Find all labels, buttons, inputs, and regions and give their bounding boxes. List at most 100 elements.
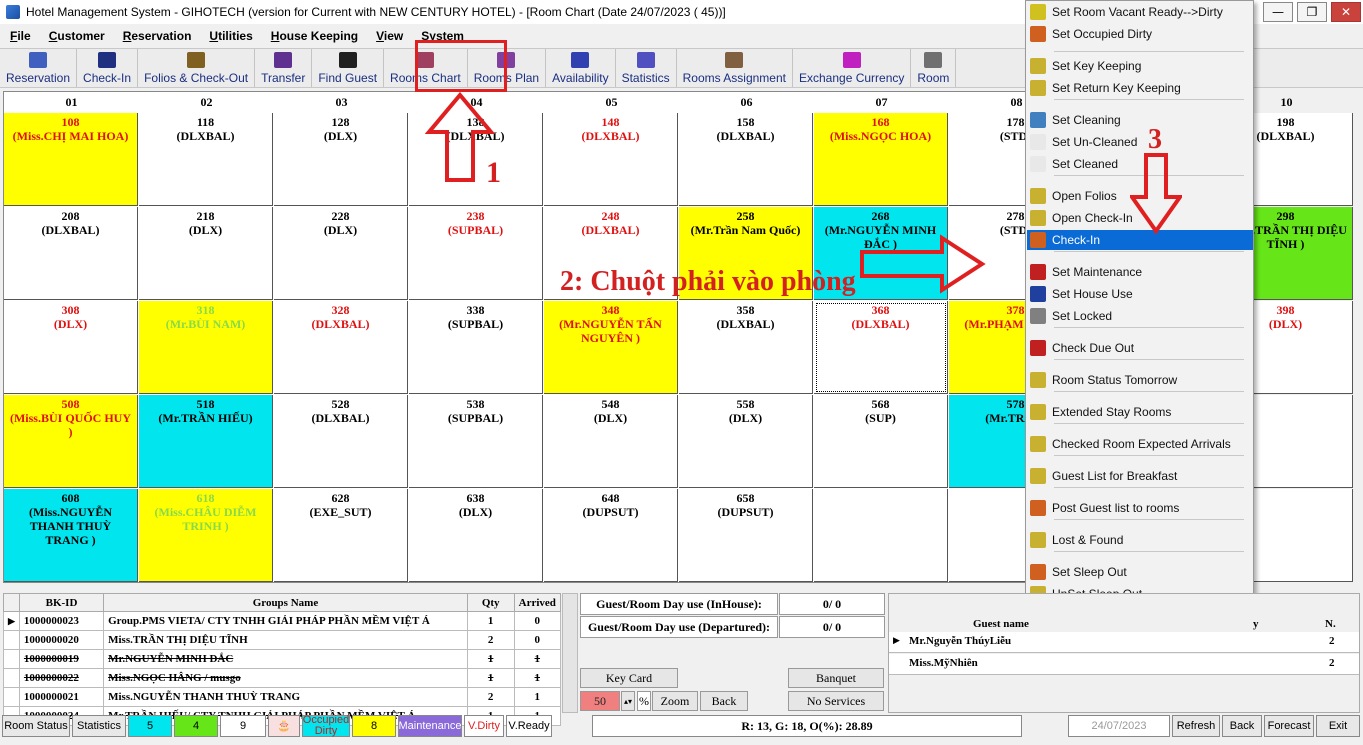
key-card-button[interactable]: Key Card xyxy=(580,668,678,688)
close-button[interactable]: ✕ xyxy=(1331,2,1361,22)
no-services-button[interactable]: No Services xyxy=(788,691,884,711)
menu-view[interactable]: View xyxy=(376,29,403,43)
zoom-input[interactable]: 50 xyxy=(580,691,620,711)
toolbar-availability-button[interactable]: Availability xyxy=(546,49,616,87)
room-cell[interactable]: 168 (Miss.NGỌC HOA) xyxy=(814,113,948,206)
dayuse-departed-label: Guest/Room Day use (Departured): xyxy=(580,616,778,638)
room-cell[interactable]: 208 (DLXBAL) xyxy=(4,207,138,300)
room-cell[interactable]: 658 (DUPSUT) xyxy=(679,489,813,582)
room-cell[interactable]: 608 (Miss.NGUYỄN THANH THUỲ TRANG ) xyxy=(4,489,138,582)
room-cell[interactable]: 228 (DLX) xyxy=(274,207,408,300)
toolbar-reservation-button[interactable]: Reservation xyxy=(0,49,78,87)
room-cell[interactable]: 148 (DLXBAL) xyxy=(544,113,678,206)
refresh-button[interactable]: Refresh xyxy=(1172,715,1220,737)
toolbar-transfer-button[interactable]: Transfer xyxy=(255,49,313,87)
context-item-set-room-vacant-ready-dirty[interactable]: Set Room Vacant Ready-->Dirty xyxy=(1027,2,1253,22)
room-cell[interactable]: 548 (DLX) xyxy=(544,395,678,488)
room-number: 658 xyxy=(736,491,755,505)
room-cell[interactable]: 628 (EXE_SUT) xyxy=(274,489,408,582)
room-cell[interactable]: 508 (Miss.BÙI QUỐC HUY ) xyxy=(4,395,138,488)
context-item-extended-stay-rooms[interactable]: Extended Stay Rooms xyxy=(1027,402,1253,422)
room-cell[interactable]: 348 (Mr.NGUYỄN TẤN NGUYÊN ) xyxy=(544,301,678,394)
toolbar-exchange-currency-button[interactable]: Exchange Currency xyxy=(793,49,912,87)
room-cell[interactable]: 338 (SUPBAL) xyxy=(409,301,543,394)
room-cell[interactable]: 238 (SUPBAL) xyxy=(409,207,543,300)
toolbar-label: Room xyxy=(917,71,950,85)
room-cell[interactable]: 128 (DLX) xyxy=(274,113,408,206)
room-cell[interactable]: 118 (DLXBAL) xyxy=(139,113,273,206)
toolbar-room-button[interactable]: Room xyxy=(911,49,957,87)
toolbar-statistics-button[interactable]: Statistics xyxy=(616,49,677,87)
context-item-set-return-key-keeping[interactable]: Set Return Key Keeping xyxy=(1027,78,1253,98)
context-item-room-status-tomorrow[interactable]: Room Status Tomorrow xyxy=(1027,370,1253,390)
menu-separator xyxy=(1054,327,1244,328)
context-item-check-due-out[interactable]: Check Due Out xyxy=(1027,338,1253,358)
context-item-guest-list-for-breakfast[interactable]: Guest List for Breakfast xyxy=(1027,466,1253,486)
context-item-set-cleaning[interactable]: Set Cleaning xyxy=(1027,110,1253,130)
table-row[interactable]: 1000000020 Miss.TRẦN THỊ DIỆU TĨNH 2 0 xyxy=(3,630,562,650)
guest-row[interactable]: Miss.MỹNhiên 2 xyxy=(889,654,1359,675)
menu-customer[interactable]: Customer xyxy=(49,29,105,43)
menu-utilities[interactable]: Utilities xyxy=(209,29,252,43)
context-item-set-occupied-dirty[interactable]: Set Occupied Dirty xyxy=(1027,24,1253,44)
context-item-lost-found[interactable]: Lost & Found xyxy=(1027,530,1253,550)
statistics-button[interactable]: Statistics xyxy=(72,715,126,737)
room-guest: (Mr.NGUYỄN TẤN NGUYÊN ) xyxy=(559,317,662,345)
room-cell[interactable]: 328 (DLXBAL) xyxy=(274,301,408,394)
room-cell[interactable]: 368 (DLXBAL) xyxy=(814,301,948,394)
back-button[interactable]: Back xyxy=(700,691,748,711)
table-row[interactable]: 1000000019 Mr.NGUYỄN MINH ĐẮC 1 1 xyxy=(3,649,562,669)
table-row[interactable]: ▶ 1000000023 Group.PMS VIETA/ CTY TNHH GIẢ… xyxy=(3,611,562,631)
context-item-checked-room-expected-arrivals[interactable]: Checked Room Expected Arrivals xyxy=(1027,434,1253,454)
context-item-set-locked[interactable]: Set Locked xyxy=(1027,306,1253,326)
room-number: 628 xyxy=(331,491,350,505)
context-item-set-maintenance[interactable]: Set Maintenance xyxy=(1027,262,1253,282)
minimize-button[interactable]: — xyxy=(1263,2,1293,22)
menu-reservation[interactable]: Reservation xyxy=(123,29,192,43)
zoom-spinner[interactable]: ▴▾ xyxy=(621,691,635,711)
room-cell[interactable]: 158 (DLXBAL) xyxy=(679,113,813,206)
context-item-set-sleep-out[interactable]: Set Sleep Out xyxy=(1027,562,1253,582)
context-item-set-key-keeping[interactable]: Set Key Keeping xyxy=(1027,56,1253,76)
context-item-set-house-use[interactable]: Set House Use xyxy=(1027,284,1253,304)
groups-scrollbar[interactable] xyxy=(562,593,578,713)
room-cell[interactable]: 358 (DLXBAL) xyxy=(679,301,813,394)
toolbar-check-in-button[interactable]: Check-In xyxy=(77,49,139,87)
room-status-button[interactable]: Room Status xyxy=(2,715,70,737)
context-item-set-un-cleaned[interactable]: Set Un-Cleaned xyxy=(1027,132,1253,152)
toolbar-rooms-assignment-button[interactable]: Rooms Assignment xyxy=(677,49,793,87)
room-cell[interactable]: 648 (DUPSUT) xyxy=(544,489,678,582)
context-item-post-guest-list-to-rooms[interactable]: Post Guest list to rooms xyxy=(1027,498,1253,518)
table-row[interactable]: 1000000022 Miss.NGỌC HÂNG / musgo 1 1 xyxy=(3,668,562,688)
toolbar-folios-check-out-button[interactable]: Folios & Check-Out xyxy=(138,49,256,87)
exit-button[interactable]: Exit xyxy=(1316,715,1360,737)
room-cell[interactable]: 558 (DLX) xyxy=(679,395,813,488)
room-cell[interactable]: 538 (SUPBAL) xyxy=(409,395,543,488)
room-number: 518 xyxy=(196,397,215,411)
banquet-button[interactable]: Banquet xyxy=(788,668,884,688)
room-cell[interactable]: 618 (Miss.CHÂU DIỄM TRINH ) xyxy=(139,489,273,582)
room-cell[interactable]: 568 (SUP) xyxy=(814,395,948,488)
restore-button[interactable]: ❐ xyxy=(1297,2,1327,22)
forecast-button[interactable]: Forecast xyxy=(1264,715,1314,737)
room-cell[interactable]: 218 (DLX) xyxy=(139,207,273,300)
room-cell[interactable]: 308 (DLX) xyxy=(4,301,138,394)
menu-house-keeping[interactable]: House Keeping xyxy=(271,29,358,43)
room-cell[interactable] xyxy=(814,489,948,582)
room-cell[interactable]: 108 (Miss.CHỊ MAI HOA) xyxy=(4,113,138,206)
date-picker[interactable]: 24/07/2023 xyxy=(1068,715,1170,737)
room-guest: (SUPBAL) xyxy=(447,411,504,425)
menu-file[interactable]: File xyxy=(10,29,31,43)
room-cell[interactable]: 318 (Mr.BÙI NAM) xyxy=(139,301,273,394)
toolbar-find-guest-button[interactable]: Find Guest xyxy=(312,49,385,87)
table-row[interactable]: 1000000021 Miss.NGUYỄN THANH THUỲ TRANG 2 1 xyxy=(3,687,562,707)
guest-row[interactable]: ▶ Mr.Nguyễn ThúyLiễu 2 xyxy=(889,632,1359,653)
room-cell[interactable]: 638 (DLX) xyxy=(409,489,543,582)
room-number: 268 xyxy=(871,209,890,223)
room-cell[interactable]: 518 (Mr.TRẦN HIẾU) xyxy=(139,395,273,488)
guest-count: 2 xyxy=(1329,657,1335,669)
groups-header: Arrived xyxy=(513,593,562,612)
back-button-status[interactable]: Back xyxy=(1222,715,1262,737)
room-cell[interactable]: 528 (DLXBAL) xyxy=(274,395,408,488)
zoom-button[interactable]: Zoom xyxy=(652,691,698,711)
